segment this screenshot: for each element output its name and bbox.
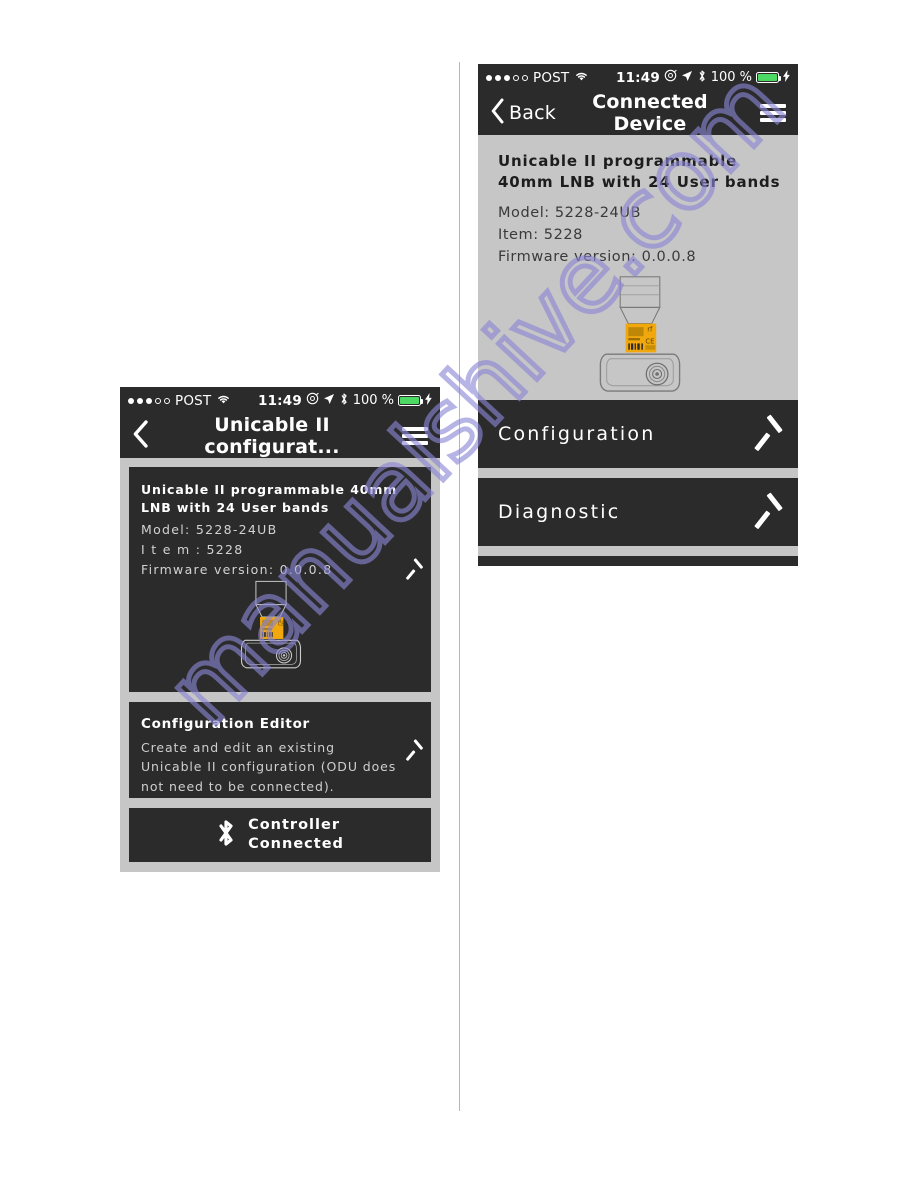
- alarm-icon: [306, 392, 319, 409]
- device-title-line1: Unicable II programmable: [498, 152, 738, 170]
- svg-text:rf: rf: [278, 618, 282, 623]
- diagnostic-row-button[interactable]: Diagnostic: [478, 478, 798, 546]
- row-separator: [478, 546, 798, 556]
- back-button[interactable]: [132, 420, 153, 452]
- right-phone-screenshot: POST 11:49 100 % Back Connected Device U…: [478, 64, 798, 566]
- controller-status-line1: Controller: [248, 817, 340, 834]
- device-title: Unicable II programmable 40mm LNB with 2…: [141, 482, 398, 516]
- battery-percent-label: 100 %: [352, 393, 394, 408]
- alarm-icon: [664, 69, 677, 86]
- left-screen-body: Unicable II programmable 40mm LNB with 2…: [120, 458, 440, 862]
- chevron-right-icon: [758, 416, 780, 452]
- chevron-left-icon: [132, 420, 149, 452]
- location-arrow-icon: [681, 70, 693, 86]
- battery-percent-label: 100 %: [710, 70, 752, 85]
- device-item: I t e m : 5228: [141, 542, 244, 557]
- page-title: Unicable II configurat...: [204, 414, 340, 458]
- left-status-bar: POST 11:49 100 %: [120, 387, 440, 414]
- configuration-row-label: Configuration: [498, 423, 656, 445]
- page-column-divider: [459, 62, 460, 1111]
- bluetooth-icon: [339, 392, 349, 410]
- lnb-device-image: rf CE: [599, 275, 681, 392]
- page-canvas: POST 11:49 100 % Unicable II configurat.…: [0, 0, 918, 1188]
- chevron-right-icon: [758, 494, 780, 530]
- status-right-group: 100 %: [664, 69, 790, 87]
- bluetooth-icon: [697, 69, 707, 87]
- left-nav-bar: Unicable II configurat...: [120, 414, 440, 458]
- right-status-bar: POST 11:49 100 %: [478, 64, 798, 91]
- hamburger-menu-icon[interactable]: [402, 427, 428, 445]
- device-firmware: Firmware version: 0.0.0.8: [141, 561, 333, 577]
- battery-full-icon: [398, 395, 423, 406]
- svg-text:CE: CE: [645, 337, 654, 345]
- right-nav-bar: Back Connected Device: [478, 91, 798, 135]
- device-item: Item: 5228: [498, 226, 583, 243]
- screen-bottom-strip: [478, 556, 798, 566]
- row-separator: [478, 468, 798, 478]
- back-button-label: Back: [509, 102, 556, 124]
- location-arrow-icon: [323, 393, 335, 409]
- lightning-bolt-icon: [783, 69, 790, 86]
- svg-text:rf: rf: [647, 325, 653, 333]
- bluetooth-icon: [216, 818, 236, 852]
- controller-status-line2: Connected: [248, 836, 344, 852]
- configuration-editor-title: Configuration Editor: [141, 716, 310, 732]
- controller-status-bar: Controller Connected: [129, 808, 431, 862]
- device-info-pane: Unicable II programmable 40mm LNB with 2…: [478, 135, 798, 400]
- chevron-right-icon[interactable]: [408, 740, 421, 762]
- lnb-device-image: CE rf: [240, 580, 302, 668]
- device-model: Model: 5228-24UB: [141, 522, 278, 538]
- chevron-right-icon[interactable]: [408, 559, 421, 581]
- hamburger-menu-icon[interactable]: [760, 104, 786, 122]
- controller-status-text: Controller Connected: [248, 816, 344, 853]
- device-model: Model: 5228-24UB: [498, 204, 641, 221]
- configuration-editor-description: Create and edit an existing Unicable II …: [141, 740, 397, 794]
- device-title-line2: 40mm LNB with 24 User bands: [498, 173, 781, 192]
- back-button[interactable]: Back: [490, 98, 556, 128]
- configuration-row-button[interactable]: Configuration: [478, 400, 798, 468]
- chevron-left-icon: [490, 98, 505, 128]
- left-phone-screenshot: POST 11:49 100 % Unicable II configurat.…: [120, 387, 440, 872]
- lightning-bolt-icon: [425, 392, 432, 409]
- device-firmware: Firmware version: 0.0.0.8: [498, 248, 697, 265]
- right-screen-body: Unicable II programmable 40mm LNB with 2…: [478, 135, 798, 566]
- configuration-editor-card[interactable]: Configuration Editor Create and edit an …: [129, 702, 431, 798]
- device-info-card[interactable]: Unicable II programmable 40mm LNB with 2…: [129, 467, 431, 692]
- status-right-group: 100 %: [306, 392, 432, 410]
- battery-full-icon: [756, 72, 781, 83]
- diagnostic-row-label: Diagnostic: [498, 501, 621, 523]
